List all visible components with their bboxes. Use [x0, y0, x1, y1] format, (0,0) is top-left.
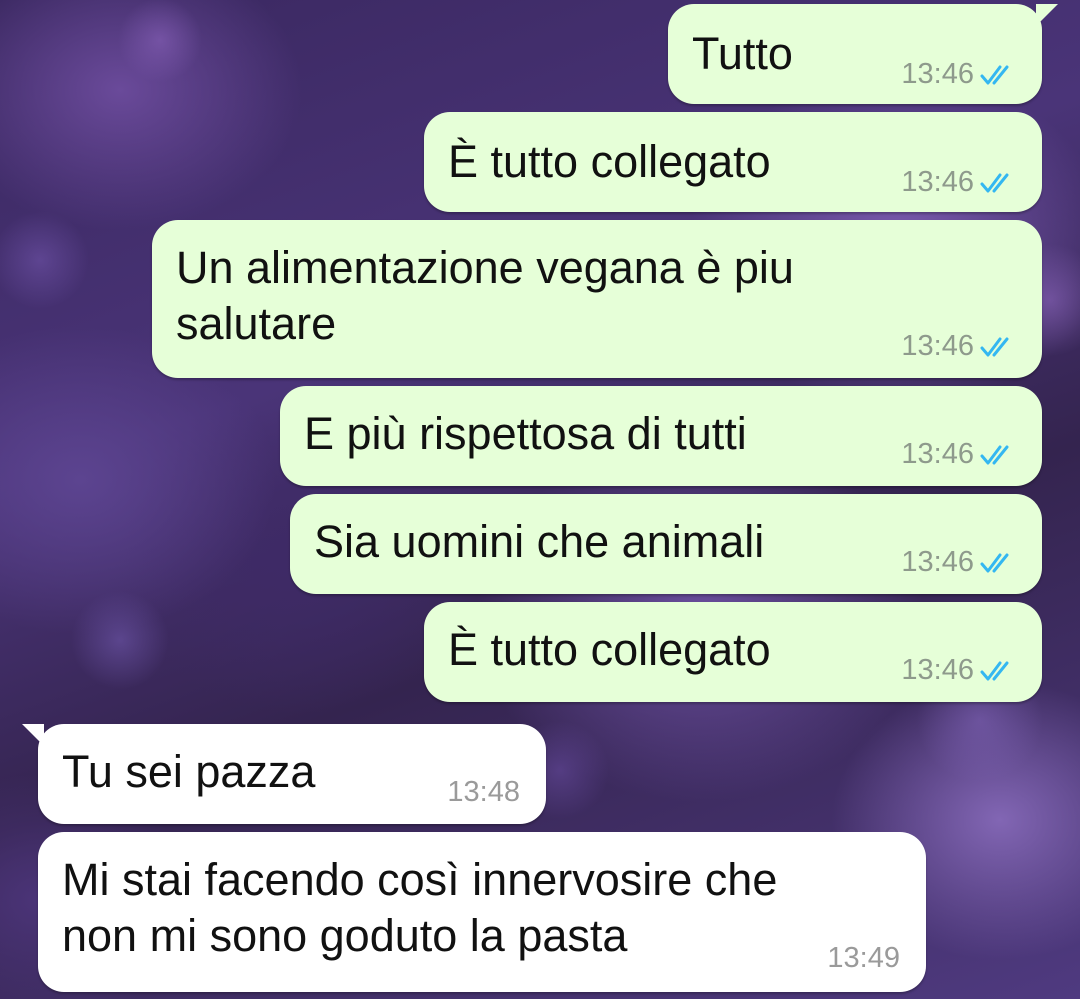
message-meta: 13:46 [901, 438, 1020, 471]
message-meta: 13:46 [901, 58, 1020, 91]
message-meta: 13:48 [447, 776, 520, 809]
message-meta: 13:46 [901, 166, 1020, 199]
incoming-message[interactable]: Tu sei pazza 13:48 [22, 724, 546, 824]
message-text: È tutto collegato [448, 624, 771, 675]
message-time: 13:46 [901, 166, 974, 198]
bubble-tail [1036, 4, 1058, 26]
outgoing-message[interactable]: Sia uomini che animali 13:46 [290, 494, 1042, 594]
bubble-tail [22, 724, 44, 746]
read-double-check-icon [980, 445, 1009, 464]
message-text: Un alimentazione vegana è piu salutare [176, 242, 794, 349]
outgoing-message[interactable]: È tutto collegato 13:46 [424, 112, 1042, 212]
message-text: Tu sei pazza [62, 746, 316, 797]
read-double-check-icon [980, 337, 1009, 356]
incoming-message[interactable]: Mi stai facendo così innervosire che non… [38, 832, 926, 992]
message-meta: 13:46 [901, 654, 1020, 687]
read-double-check-icon [980, 553, 1009, 572]
read-double-check-icon [980, 173, 1009, 192]
message-meta: 13:49 [827, 942, 900, 975]
message-meta: 13:46 [901, 546, 1020, 579]
message-text: E più rispettosa di tutti [304, 408, 747, 459]
message-time: 13:46 [901, 654, 974, 686]
message-time: 13:46 [901, 330, 974, 362]
message-meta: 13:46 [901, 330, 1020, 363]
message-time: 13:48 [447, 776, 520, 808]
message-time: 13:46 [901, 58, 974, 90]
message-text: È tutto collegato [448, 136, 771, 187]
message-time: 13:46 [901, 546, 974, 578]
outgoing-message[interactable]: Un alimentazione vegana è piu salutare 1… [152, 220, 1042, 378]
outgoing-message[interactable]: Tutto 13:46 [668, 4, 1058, 104]
message-text: Mi stai facendo così innervosire che non… [62, 854, 778, 961]
read-double-check-icon [980, 661, 1009, 680]
read-double-check-icon [980, 65, 1009, 84]
message-text: Tutto [692, 28, 793, 79]
message-time: 13:49 [827, 942, 900, 974]
outgoing-message[interactable]: E più rispettosa di tutti 13:46 [280, 386, 1042, 486]
message-text: Sia uomini che animali [314, 516, 765, 567]
message-time: 13:46 [901, 438, 974, 470]
outgoing-message[interactable]: È tutto collegato 13:46 [424, 602, 1042, 702]
